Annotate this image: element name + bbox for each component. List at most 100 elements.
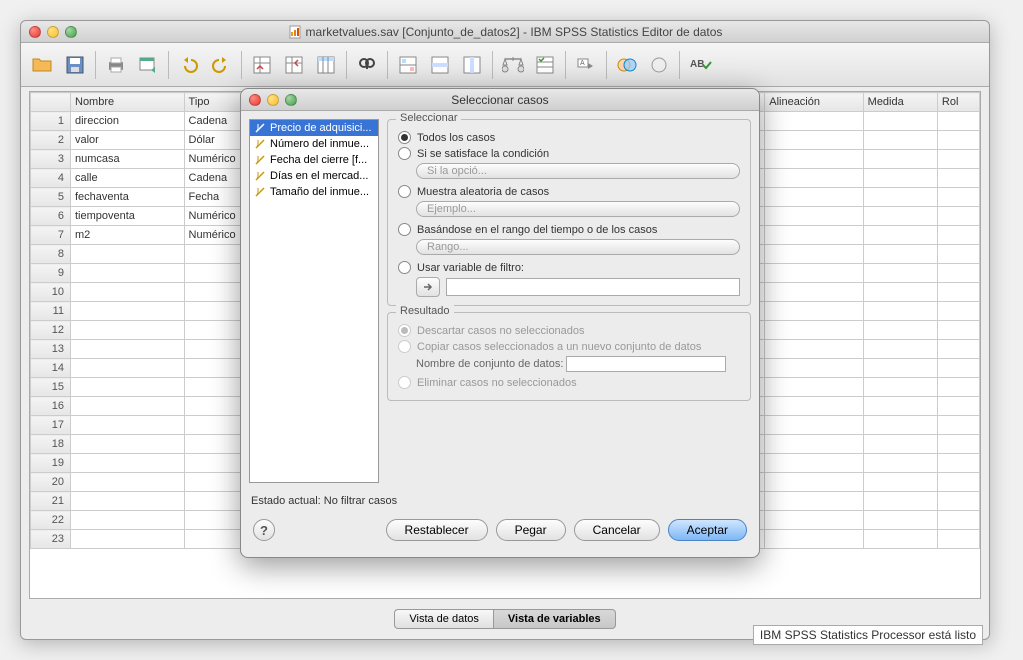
- select-cases-icon[interactable]: [531, 51, 559, 79]
- cancel-button[interactable]: Cancelar: [574, 519, 660, 541]
- row-number[interactable]: 23: [31, 530, 71, 549]
- row-number[interactable]: 11: [31, 302, 71, 321]
- row-number[interactable]: 1: [31, 112, 71, 131]
- goto-variable-icon[interactable]: [280, 51, 308, 79]
- cell[interactable]: [765, 321, 863, 340]
- cell[interactable]: m2: [71, 226, 185, 245]
- cell[interactable]: [71, 435, 185, 454]
- cell[interactable]: [765, 283, 863, 302]
- cell[interactable]: [937, 397, 979, 416]
- if-button[interactable]: Si la opció...: [416, 163, 740, 179]
- cell[interactable]: [71, 302, 185, 321]
- cell[interactable]: [765, 378, 863, 397]
- sample-button[interactable]: Ejemplo...: [416, 201, 740, 217]
- row-number[interactable]: 4: [31, 169, 71, 188]
- col-medida[interactable]: Medida: [863, 93, 937, 112]
- paste-button[interactable]: Pegar: [496, 519, 566, 541]
- row-number[interactable]: 18: [31, 435, 71, 454]
- radio-range[interactable]: Basándose en el rango del tiempo o de lo…: [398, 223, 740, 236]
- row-number[interactable]: 3: [31, 150, 71, 169]
- cell[interactable]: [863, 378, 937, 397]
- cell[interactable]: [937, 321, 979, 340]
- cell[interactable]: [765, 473, 863, 492]
- cell[interactable]: [863, 530, 937, 549]
- cell[interactable]: [71, 530, 185, 549]
- cell[interactable]: [937, 226, 979, 245]
- cell[interactable]: [863, 226, 937, 245]
- split-file-icon[interactable]: [394, 51, 422, 79]
- cell[interactable]: [937, 435, 979, 454]
- open-file-icon[interactable]: [29, 51, 57, 79]
- show-all-variables-icon[interactable]: [645, 51, 673, 79]
- cell[interactable]: [863, 245, 937, 264]
- var-item-tamano[interactable]: Tamaño del inmue...: [250, 184, 378, 200]
- cell[interactable]: [71, 340, 185, 359]
- range-button[interactable]: Rango...: [416, 239, 740, 255]
- cell[interactable]: [71, 378, 185, 397]
- cell[interactable]: [71, 511, 185, 530]
- row-number[interactable]: 5: [31, 188, 71, 207]
- value-labels-icon[interactable]: A: [572, 51, 600, 79]
- tab-data-view[interactable]: Vista de datos: [394, 609, 493, 629]
- cell[interactable]: [937, 416, 979, 435]
- cell[interactable]: [765, 264, 863, 283]
- cell[interactable]: [937, 131, 979, 150]
- col-alineacion[interactable]: Alineación: [765, 93, 863, 112]
- cell[interactable]: [765, 454, 863, 473]
- row-number[interactable]: 10: [31, 283, 71, 302]
- cell[interactable]: [71, 321, 185, 340]
- goto-case-icon[interactable]: [248, 51, 276, 79]
- radio-if-condition[interactable]: Si se satisface la condición: [398, 147, 740, 160]
- var-item-dias[interactable]: Días en el mercad...: [250, 168, 378, 184]
- cell[interactable]: [937, 473, 979, 492]
- cell[interactable]: valor: [71, 131, 185, 150]
- row-number[interactable]: 17: [31, 416, 71, 435]
- cell[interactable]: [765, 435, 863, 454]
- row-number[interactable]: 19: [31, 454, 71, 473]
- cell[interactable]: [765, 530, 863, 549]
- cell[interactable]: [863, 511, 937, 530]
- cell[interactable]: [863, 169, 937, 188]
- row-number[interactable]: 12: [31, 321, 71, 340]
- row-number[interactable]: 21: [31, 492, 71, 511]
- row-number[interactable]: 22: [31, 511, 71, 530]
- cell[interactable]: [863, 473, 937, 492]
- cell[interactable]: [863, 264, 937, 283]
- row-number[interactable]: 8: [31, 245, 71, 264]
- cell[interactable]: [765, 207, 863, 226]
- use-sets-icon[interactable]: [613, 51, 641, 79]
- cell[interactable]: [71, 492, 185, 511]
- cell[interactable]: [863, 454, 937, 473]
- tab-variable-view[interactable]: Vista de variables: [493, 609, 616, 629]
- save-file-icon[interactable]: [61, 51, 89, 79]
- cell[interactable]: [937, 359, 979, 378]
- cell[interactable]: [937, 283, 979, 302]
- radio-random-sample[interactable]: Muestra aleatoria de casos: [398, 185, 740, 198]
- undo-icon[interactable]: [175, 51, 203, 79]
- cell[interactable]: [765, 340, 863, 359]
- cell[interactable]: [765, 302, 863, 321]
- cell[interactable]: [863, 416, 937, 435]
- help-button[interactable]: ?: [253, 519, 275, 541]
- cell[interactable]: [71, 416, 185, 435]
- cell[interactable]: [863, 150, 937, 169]
- radio-filter-variable[interactable]: Usar variable de filtro:: [398, 261, 740, 274]
- cell[interactable]: [863, 188, 937, 207]
- cell[interactable]: [765, 169, 863, 188]
- cell[interactable]: [765, 131, 863, 150]
- cell[interactable]: [765, 397, 863, 416]
- print-icon[interactable]: [102, 51, 130, 79]
- cell[interactable]: [765, 359, 863, 378]
- row-number[interactable]: 9: [31, 264, 71, 283]
- variable-list[interactable]: Precio de adquisici... Número del inmue.…: [249, 119, 379, 483]
- cell[interactable]: [937, 207, 979, 226]
- cell[interactable]: [71, 397, 185, 416]
- cell[interactable]: calle: [71, 169, 185, 188]
- cell[interactable]: [71, 359, 185, 378]
- cell[interactable]: [937, 454, 979, 473]
- cell[interactable]: [937, 511, 979, 530]
- cell[interactable]: [863, 112, 937, 131]
- spellcheck-icon[interactable]: AB: [686, 51, 714, 79]
- filter-variable-input[interactable]: [446, 278, 740, 296]
- cell[interactable]: [765, 188, 863, 207]
